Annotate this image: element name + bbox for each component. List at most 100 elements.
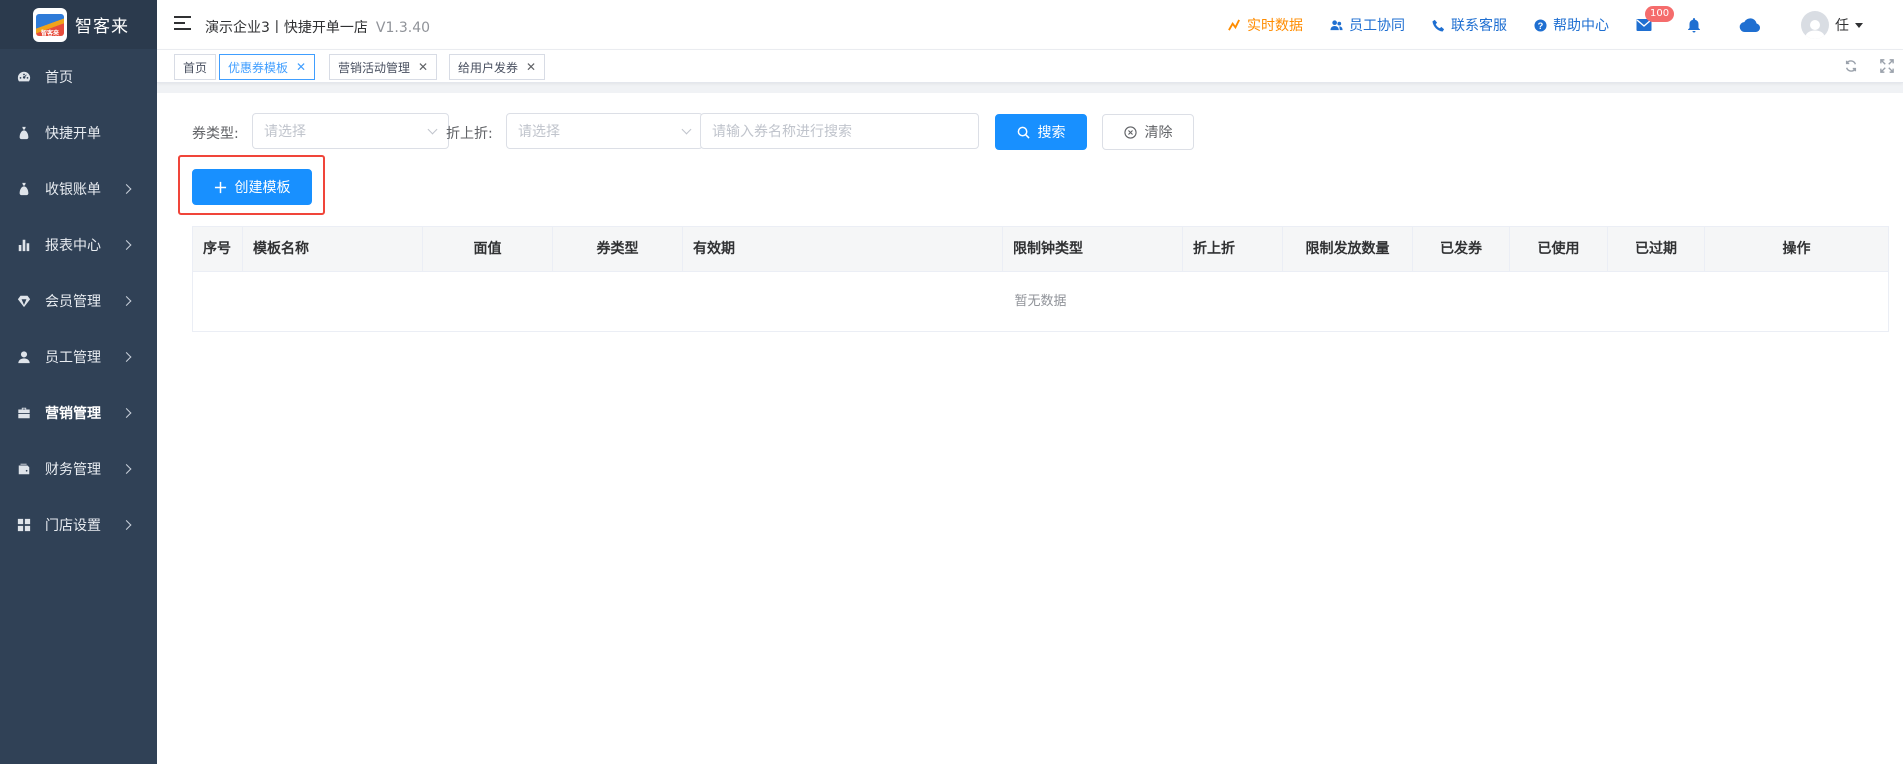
coupon-type-select[interactable]: 请选择 <box>252 113 449 149</box>
sidebar-item-label: 报表中心 <box>45 238 101 254</box>
column-header: 折上折 <box>1183 227 1283 272</box>
discount-stack-select[interactable]: 请选择 <box>506 113 703 149</box>
sidebar-item-label: 营销管理 <box>45 406 101 422</box>
close-icon[interactable]: ✕ <box>296 60 306 74</box>
sidebar-item-home[interactable]: 首页 <box>0 49 157 105</box>
column-header: 有效期 <box>683 227 1003 272</box>
column-header: 已发券 <box>1413 227 1510 272</box>
staff-collab-label: 员工协同 <box>1349 18 1405 34</box>
avatar[interactable] <box>1801 11 1829 39</box>
contact-support-link[interactable]: 联系客服 <box>1432 15 1507 35</box>
plus-icon <box>214 181 226 193</box>
tag-tools <box>1823 58 1895 74</box>
briefcase-icon <box>17 406 31 420</box>
store-title: 演示企业3丨快捷开单一店 V1.3.40 <box>205 17 430 37</box>
bell-icon[interactable] <box>1686 17 1702 33</box>
column-header: 已使用 <box>1510 227 1608 272</box>
top-header: 演示企业3丨快捷开单一店 V1.3.40 实时数据 员工协同 联系客服 ? 帮助中… <box>157 0 1903 50</box>
sidebar-item-members[interactable]: 会员管理 <box>0 273 157 329</box>
app-logo[interactable]: 智客来 智客来 <box>0 0 157 49</box>
cloud-icon[interactable] <box>1739 17 1761 33</box>
money-bag-icon <box>17 126 31 140</box>
coupon-template-table: 序号 模板名称 面值 券类型 有效期 限制钟类型 折上折 限制发放数量 已发券 … <box>192 226 1889 332</box>
search-placeholder: 请输入券名称进行搜索 <box>712 124 852 140</box>
sidebar-item-marketing[interactable]: 营销管理 <box>0 385 157 441</box>
search-button[interactable]: 搜索 <box>995 114 1087 150</box>
create-template-button[interactable]: 创建模板 <box>192 169 312 205</box>
chevron-down-icon <box>681 124 692 135</box>
sidebar-item-label: 快捷开单 <box>45 126 101 142</box>
sidebar-item-finance[interactable]: 财务管理 <box>0 441 157 497</box>
dashboard-icon <box>17 70 31 84</box>
sidebar-item-label: 员工管理 <box>45 350 101 366</box>
close-icon[interactable]: ✕ <box>526 60 536 74</box>
search-button-label: 搜索 <box>1037 125 1066 141</box>
tab-label: 首页 <box>183 60 208 75</box>
sidebar-item-label: 收银账单 <box>45 182 101 198</box>
search-icon <box>1017 126 1030 139</box>
coupon-name-search-input[interactable]: 请输入券名称进行搜索 <box>700 113 979 149</box>
tab-label: 给用户发券 <box>458 60 519 75</box>
chevron-right-icon <box>121 296 132 306</box>
chevron-right-icon <box>121 520 132 530</box>
clear-button[interactable]: 清除 <box>1102 114 1194 150</box>
column-header: 模板名称 <box>243 227 423 272</box>
chevron-down-icon <box>427 124 438 135</box>
sidebar-item-quick-order[interactable]: 快捷开单 <box>0 105 157 161</box>
fullscreen-icon[interactable] <box>1879 58 1895 74</box>
tags-view: 首页 优惠券模板 ✕ 营销活动管理 ✕ 给用户发券 ✕ <box>157 50 1903 83</box>
chevron-right-icon <box>121 352 132 362</box>
user-avatar-icon <box>1805 20 1825 39</box>
empty-state: 暂无数据 <box>1014 294 1067 309</box>
logo-mark-box: 智客来 <box>33 7 67 42</box>
mail-button[interactable]: 100 <box>1636 6 1675 32</box>
staff-collab-link[interactable]: 员工协同 <box>1330 15 1405 35</box>
column-header: 序号 <box>193 227 243 272</box>
create-template-label: 创建模板 <box>234 180 291 196</box>
wallet-icon <box>17 462 31 476</box>
menu-toggle-icon[interactable] <box>174 16 191 30</box>
contact-support-label: 联系客服 <box>1451 18 1507 34</box>
tab-coupon-template[interactable]: 优惠券模板 ✕ <box>219 54 316 80</box>
sidebar-item-label: 财务管理 <box>45 462 101 478</box>
logo-icon: 智客来 <box>36 13 64 37</box>
column-header: 限制钟类型 <box>1003 227 1183 272</box>
sidebar-item-label: 会员管理 <box>45 294 101 310</box>
version-label: V1.3.40 <box>375 20 431 36</box>
column-header: 操作 <box>1782 241 1811 257</box>
chevron-right-icon <box>121 240 132 250</box>
bar-chart-icon <box>17 238 31 252</box>
refresh-icon[interactable] <box>1843 58 1859 74</box>
tab-issue-coupon[interactable]: 给用户发券 ✕ <box>449 54 546 80</box>
app-name: 智客来 <box>75 17 129 37</box>
users-icon <box>1330 19 1343 30</box>
sidebar-item-reports[interactable]: 报表中心 <box>0 217 157 273</box>
sidebar-item-staff[interactable]: 员工管理 <box>0 329 157 385</box>
help-center-link[interactable]: ? 帮助中心 <box>1534 15 1609 35</box>
tab-marketing-activity[interactable]: 营销活动管理 ✕ <box>329 54 438 80</box>
close-icon[interactable]: ✕ <box>418 60 428 74</box>
coupon-type-label: 券类型: <box>192 126 239 142</box>
svg-text:?: ? <box>1538 20 1544 30</box>
column-header: 限制发放数量 <box>1283 227 1413 272</box>
realtime-data-link[interactable]: 实时数据 <box>1228 15 1303 35</box>
user-icon <box>17 350 31 364</box>
select-placeholder: 请选择 <box>518 124 560 140</box>
store-name: 演示企业3丨快捷开单一店 <box>205 20 368 36</box>
sidebar-item-label: 门店设置 <box>45 518 101 534</box>
discount-stack-label: 折上折: <box>446 126 493 142</box>
chevron-right-icon <box>121 184 132 194</box>
question-icon: ? <box>1534 18 1547 32</box>
header-actions: 实时数据 员工协同 联系客服 ? 帮助中心 100 任 <box>1228 0 1903 50</box>
tab-label: 营销活动管理 <box>338 60 411 75</box>
logo-small-text: 智客来 <box>40 29 59 37</box>
caret-down-icon[interactable] <box>1855 22 1863 28</box>
tab-home[interactable]: 首页 <box>174 54 217 80</box>
chevron-right-icon <box>121 408 132 418</box>
grid-icon <box>17 518 31 532</box>
sidebar-item-store-settings[interactable]: 门店设置 <box>0 497 157 553</box>
sidebar-menu: 首页 快捷开单 收银账单 报表中心 会员管理 员工管理 营销管理 财务管理 门店… <box>0 49 157 553</box>
column-header: 面值 <box>423 227 553 272</box>
user-name[interactable]: 任 <box>1835 15 1849 35</box>
sidebar-item-cashier-bills[interactable]: 收银账单 <box>0 161 157 217</box>
